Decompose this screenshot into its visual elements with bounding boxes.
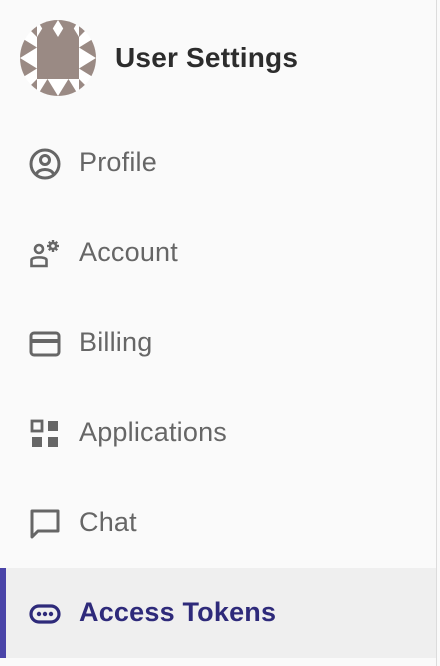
sidebar-item-label: Account [79, 237, 178, 267]
sidebar-item-access-tokens[interactable]: Access Tokens [0, 568, 436, 658]
avatar[interactable] [20, 20, 96, 96]
sidebar-item-label: Applications [79, 417, 227, 447]
sidebar-item-billing[interactable]: Billing [0, 298, 436, 388]
applications-icon [28, 417, 62, 451]
identicon-avatar-icon [20, 20, 96, 96]
settings-sidebar: User Settings Profile Account Billing Ap… [0, 0, 437, 666]
sidebar-item-applications[interactable]: Applications [0, 388, 436, 478]
sidebar-item-account[interactable]: Account [0, 208, 436, 298]
sidebar-item-label: Billing [79, 327, 153, 357]
credit-card-icon [28, 327, 62, 361]
sidebar-item-label: Chat [79, 507, 137, 537]
sidebar-item-label: Profile [79, 147, 157, 177]
account-icon [28, 237, 62, 271]
sidebar-item-profile[interactable]: Profile [0, 118, 436, 208]
sidebar-header: User Settings [0, 0, 436, 118]
sidebar-item-chat[interactable]: Chat [0, 478, 436, 568]
profile-icon [28, 147, 62, 181]
page-title: User Settings [115, 42, 299, 73]
sidebar-item-label: Access Tokens [79, 597, 277, 627]
sidebar-nav: Profile Account Billing Applications Cha… [0, 118, 436, 658]
token-icon [28, 597, 62, 631]
chat-icon [28, 507, 62, 541]
